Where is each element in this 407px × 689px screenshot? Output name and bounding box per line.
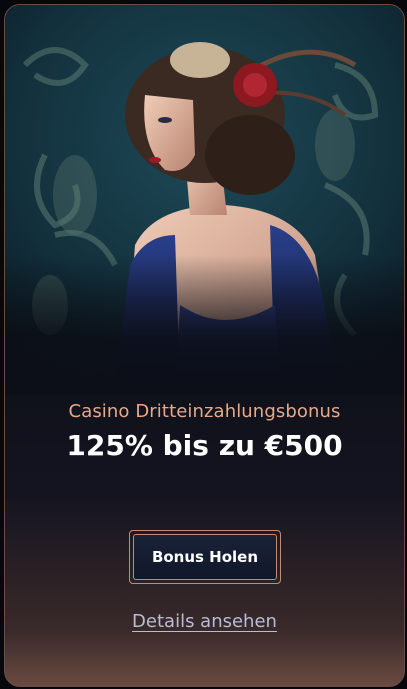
hero-fade	[5, 255, 404, 395]
bonus-headline: 125% bis zu €500	[66, 429, 343, 462]
bonus-card: Casino Dritteinzahlungsbonus 125% bis zu…	[4, 4, 405, 687]
cta-wrapper: Bonus Holen	[129, 530, 281, 584]
details-link[interactable]: Details ansehen	[5, 611, 404, 632]
bonus-holen-button[interactable]: Bonus Holen	[133, 534, 277, 580]
bonus-subtitle: Casino Dritteinzahlungsbonus	[68, 401, 341, 422]
